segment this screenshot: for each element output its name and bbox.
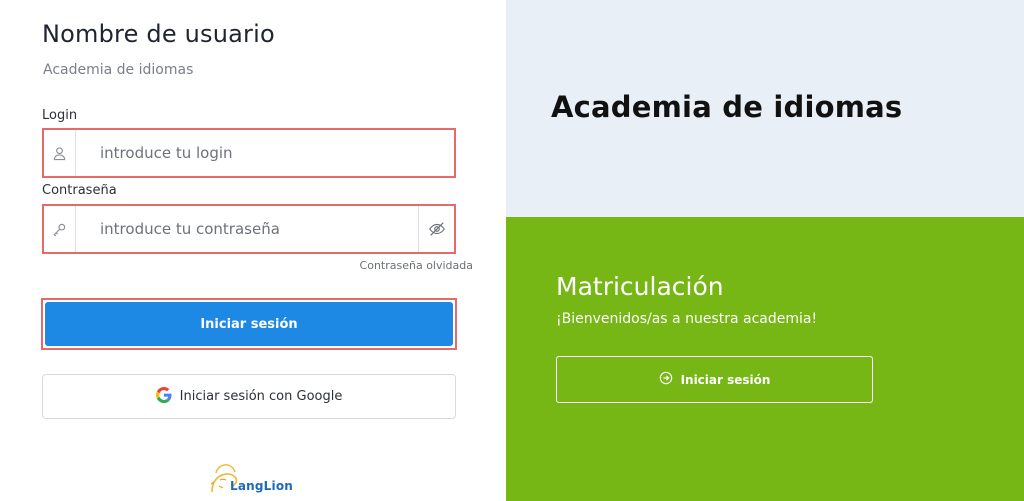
registration-login-button[interactable]: Iniciar sesión xyxy=(556,356,873,403)
eye-off-icon[interactable] xyxy=(418,206,454,252)
google-login-label: Iniciar sesión con Google xyxy=(179,389,343,404)
forgot-password-link[interactable]: Contraseña olvidada xyxy=(360,259,473,272)
login-submit-button[interactable]: Iniciar sesión xyxy=(45,302,453,346)
password-field[interactable] xyxy=(42,204,456,254)
user-icon xyxy=(44,130,76,176)
login-field[interactable] xyxy=(42,128,456,178)
logo-text: LangLion xyxy=(230,479,294,493)
login-input[interactable] xyxy=(76,130,454,176)
google-login-button[interactable]: Iniciar sesión con Google xyxy=(42,374,456,419)
registration-title: Matriculación xyxy=(556,272,724,301)
key-icon xyxy=(44,206,76,252)
registration-login-label: Iniciar sesión xyxy=(680,372,771,387)
arrow-circle-right-icon xyxy=(659,371,673,388)
hero-title: Academia de idiomas xyxy=(551,90,903,124)
registration-subtitle: ¡Bienvenidos/as a nuestra academia! xyxy=(556,311,818,327)
google-icon xyxy=(155,386,172,407)
password-label: Contraseña xyxy=(42,183,117,198)
page-title: Nombre de usuario xyxy=(42,20,275,48)
page-subtitle: Academia de idiomas xyxy=(43,62,194,78)
submit-button-outline: Iniciar sesión xyxy=(41,298,457,350)
login-label: Login xyxy=(42,108,78,123)
password-input[interactable] xyxy=(76,206,418,252)
